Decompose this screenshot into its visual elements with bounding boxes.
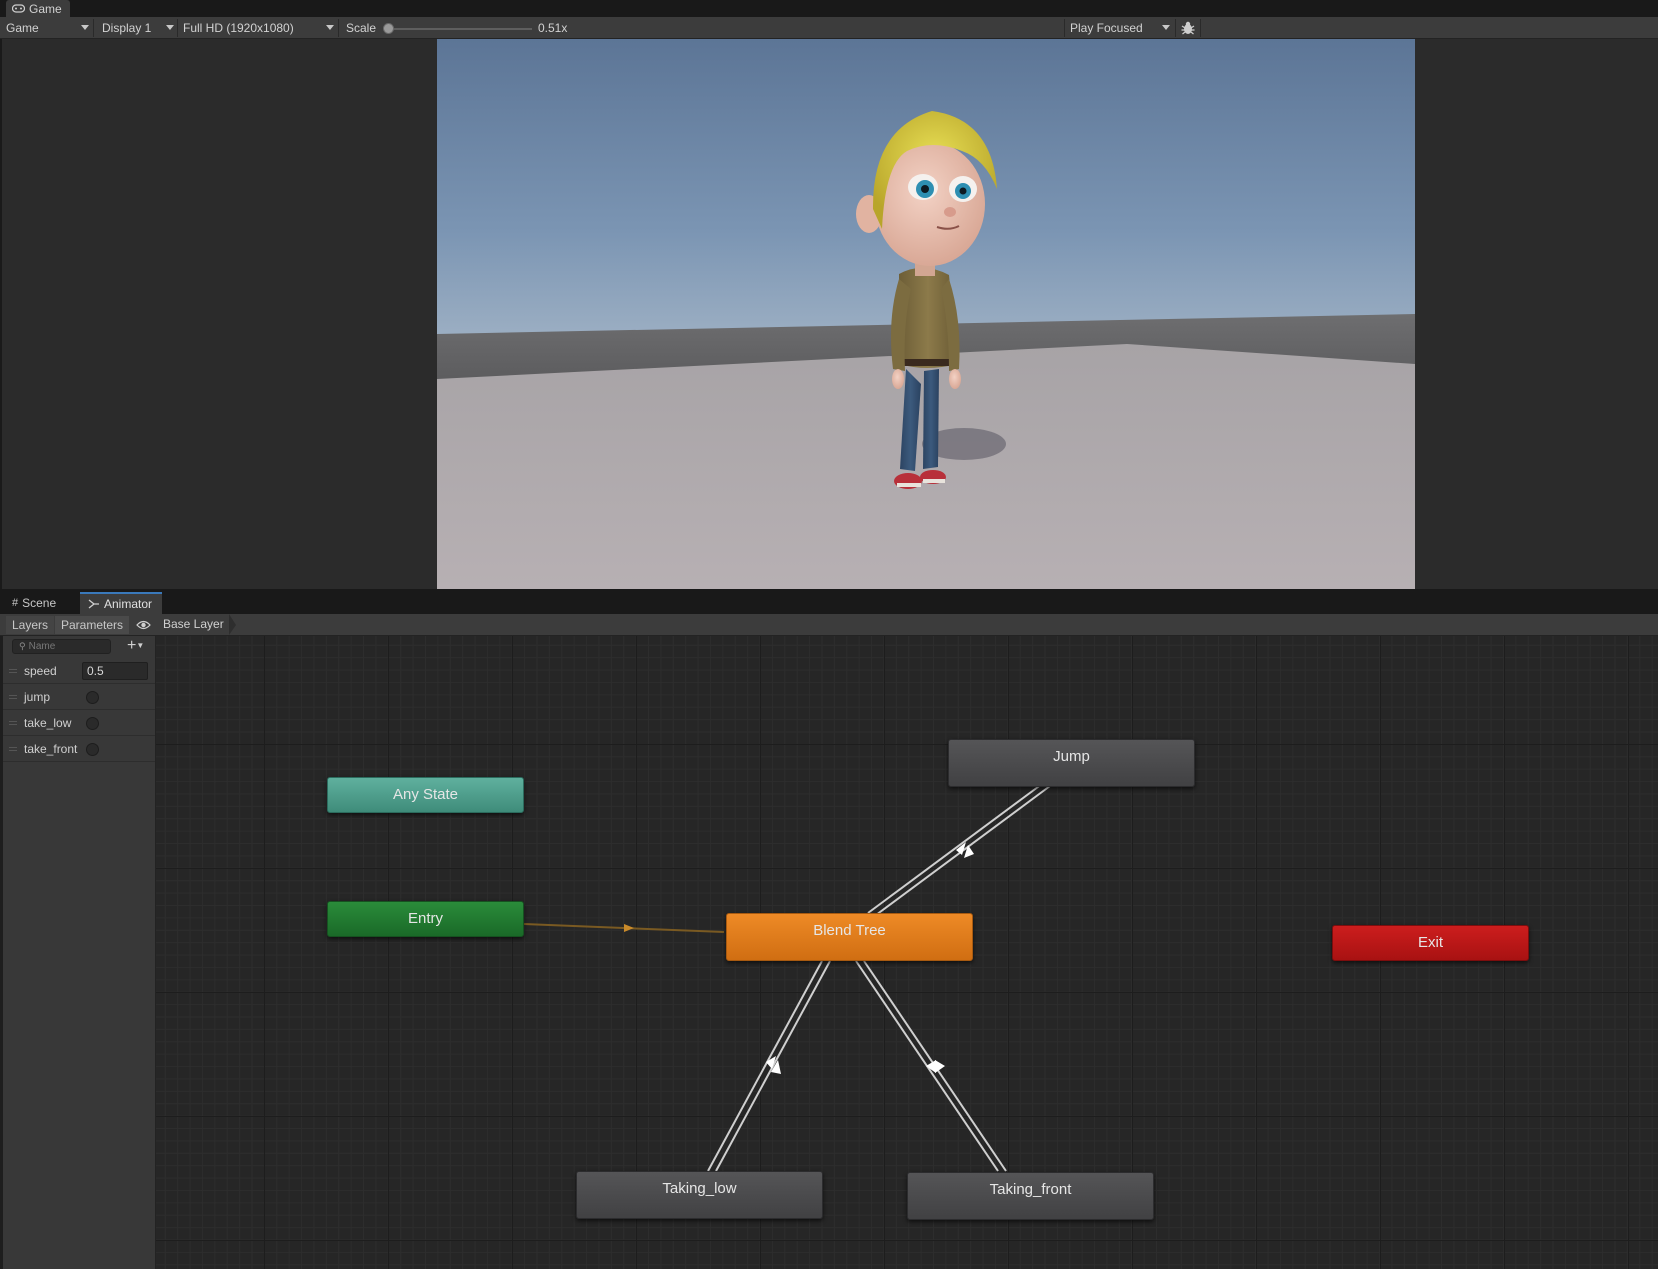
game-tabbar: Game — [0, 0, 1658, 17]
game-viewport[interactable] — [437, 39, 1415, 589]
display-dropdown[interactable]: Display 1 — [96, 18, 176, 38]
play-mode-label: Play Focused — [1070, 21, 1143, 35]
parameter-search-row: ⚲ Name +▼ — [3, 636, 155, 658]
drag-handle-icon[interactable] — [9, 669, 17, 673]
search-placeholder: Name — [28, 641, 56, 652]
resolution-dropdown[interactable]: Full HD (1920x1080) — [177, 18, 337, 38]
scale-slider-thumb[interactable] — [383, 23, 394, 34]
grid-icon: # — [12, 597, 19, 609]
parameter-name: take_front — [24, 742, 78, 756]
state-entry[interactable]: Entry — [327, 901, 524, 937]
transition-takinglow-blendtree[interactable] — [715, 960, 831, 1172]
display-label: Display 1 — [102, 21, 152, 35]
bug-icon[interactable] — [1180, 20, 1196, 36]
state-any-state[interactable]: Any State — [327, 777, 524, 813]
game-toolbar: Game Display 1 Full HD (1920x1080) Scale… — [0, 17, 1658, 39]
drag-handle-icon[interactable] — [9, 721, 17, 725]
parameter-row-speed[interactable]: speed 0.5 — [3, 659, 155, 684]
scale-value: 0.51x — [538, 21, 568, 35]
view-mode-chevron-icon — [81, 25, 89, 30]
state-taking-low[interactable]: Taking_low — [576, 1171, 823, 1219]
view-mode-label: Game — [6, 21, 39, 35]
animator-tabbar: # Scene Animator — [0, 589, 1658, 614]
layers-tab-button[interactable]: Layers — [6, 616, 55, 634]
transition-blendtree-takinglow[interactable] — [707, 960, 823, 1172]
eye-icon[interactable] — [136, 620, 151, 630]
parameter-row-take-front[interactable]: take_front — [3, 737, 155, 762]
tab-game-label: Game — [29, 1, 62, 16]
animator-graph-canvas[interactable]: Any State Entry Blend Tree Jump Exit Tak… — [156, 636, 1658, 1269]
parameter-row-take-low[interactable]: take_low — [3, 711, 155, 736]
plus-icon: + — [127, 637, 137, 655]
state-label: Entry — [407, 910, 443, 927]
state-label: Blend Tree — [813, 922, 886, 939]
transition-arrow-icon — [624, 924, 634, 932]
state-label: Taking_low — [662, 1180, 737, 1197]
tab-scene[interactable]: # Scene — [4, 592, 66, 614]
state-label: Exit — [1417, 934, 1443, 951]
transition-arrow-icon — [935, 1060, 945, 1073]
game-scene-render — [437, 39, 1415, 589]
toolbar-divider — [338, 19, 339, 37]
display-chevron-icon — [166, 25, 174, 30]
animator-header: Layers Parameters Base Layer — [0, 614, 1658, 636]
resolution-label: Full HD (1920x1080) — [183, 21, 294, 35]
chevron-down-icon: ▼ — [136, 641, 145, 650]
parameter-name: speed — [24, 664, 57, 678]
transition-arrow-icon — [964, 845, 974, 858]
parameter-search-input[interactable]: ⚲ Name — [12, 639, 111, 654]
toolbar-divider — [1175, 19, 1176, 37]
toolbar-divider — [93, 19, 94, 37]
gamepad-icon — [12, 4, 25, 13]
play-mode-dropdown[interactable]: Play Focused — [1064, 18, 1174, 38]
speed-value-field[interactable]: 0.5 — [82, 662, 148, 680]
parameters-tab-button[interactable]: Parameters — [55, 616, 130, 634]
tab-game[interactable]: Game — [6, 0, 70, 17]
view-mode-dropdown[interactable]: Game — [0, 18, 92, 38]
tab-animator-label: Animator — [104, 597, 153, 611]
drag-handle-icon[interactable] — [9, 695, 17, 699]
state-exit[interactable]: Exit — [1332, 925, 1529, 961]
parameter-name: jump — [24, 690, 51, 704]
state-taking-front[interactable]: Taking_front — [907, 1172, 1154, 1220]
toolbar-divider — [1200, 19, 1201, 37]
tab-scene-label: Scene — [22, 596, 57, 610]
breadcrumb-base-layer[interactable]: Base Layer — [157, 614, 236, 635]
parameter-name: take_low — [24, 716, 72, 730]
scale-label: Scale — [346, 21, 377, 35]
parameters-panel: ⚲ Name +▼ speed 0.5 jump take_low take_f… — [0, 636, 156, 1269]
state-jump[interactable]: Jump — [948, 739, 1195, 787]
tab-animator[interactable]: Animator — [80, 592, 163, 614]
search-icon: ⚲ — [19, 641, 26, 651]
take-low-trigger-toggle[interactable] — [86, 717, 99, 730]
drag-handle-icon[interactable] — [9, 747, 17, 751]
play-mode-chevron-icon — [1162, 25, 1170, 30]
state-label: Any State — [392, 786, 459, 803]
jump-trigger-toggle[interactable] — [86, 691, 99, 704]
state-label: Taking_front — [989, 1181, 1072, 1198]
state-blend-tree[interactable]: Blend Tree — [726, 913, 973, 961]
parameter-row-jump[interactable]: jump — [3, 685, 155, 710]
resolution-chevron-icon — [326, 25, 334, 30]
scale-slider-track[interactable] — [390, 28, 532, 30]
state-label: Jump — [1053, 748, 1090, 765]
animator-icon — [88, 599, 99, 609]
transition-blendtree-jump[interactable] — [867, 783, 1043, 914]
take-front-trigger-toggle[interactable] — [86, 743, 99, 756]
add-parameter-button[interactable]: +▼ — [127, 637, 155, 655]
